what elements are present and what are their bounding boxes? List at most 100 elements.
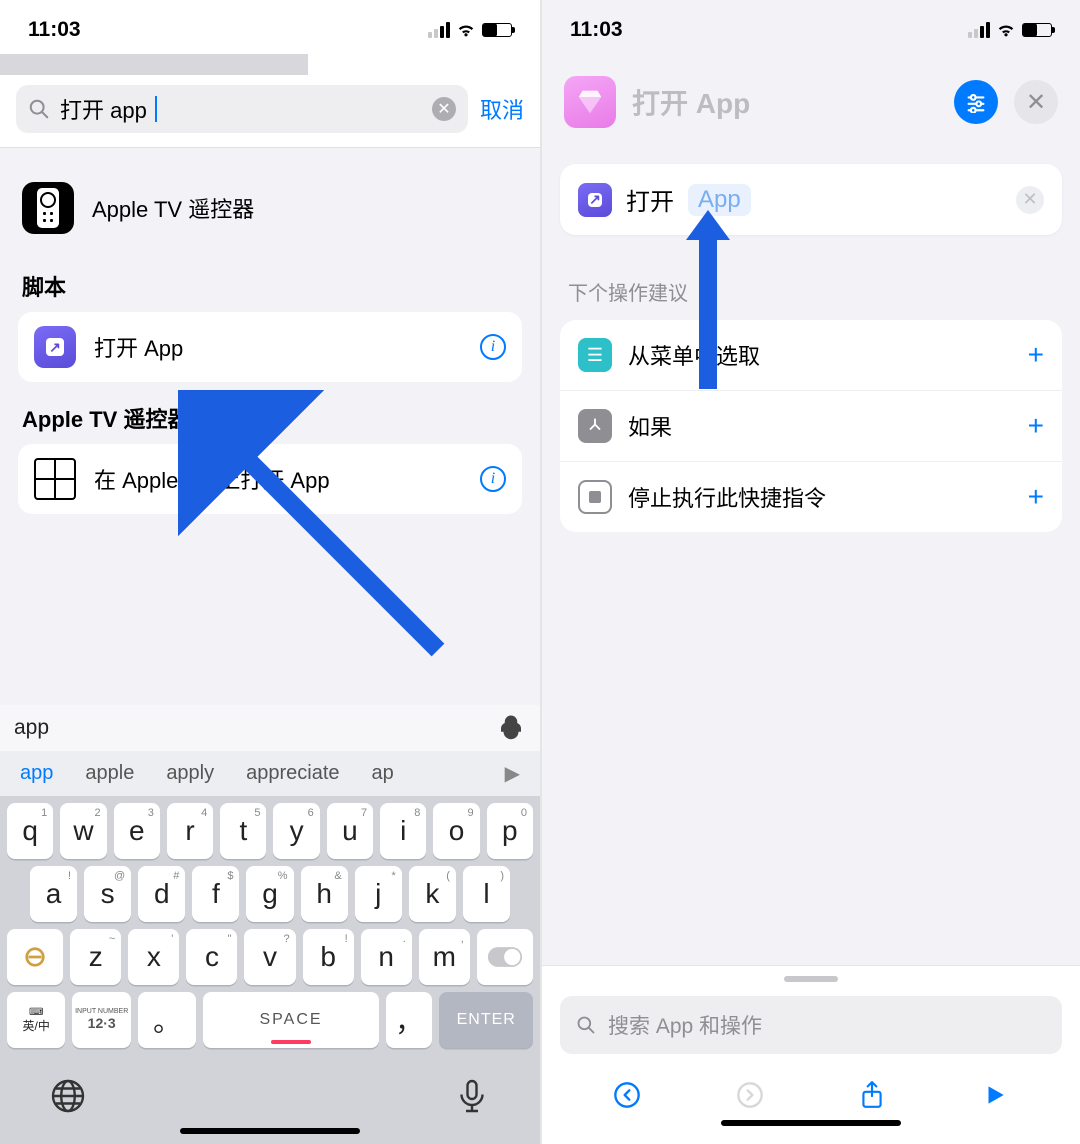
globe-icon[interactable] — [50, 1078, 86, 1114]
key-b[interactable]: b! — [303, 929, 354, 985]
kb-row-3: z~x'c"v?b!n.m, — [0, 922, 540, 985]
prediction[interactable]: apple — [69, 762, 150, 785]
info-icon[interactable]: i — [480, 466, 506, 492]
status-time: 11:03 — [28, 18, 81, 42]
open-app-icon — [34, 326, 76, 368]
key-p[interactable]: p0 — [487, 803, 533, 859]
search-field[interactable]: 打开 app ✕ — [16, 85, 468, 133]
cancel-button[interactable]: 取消 — [480, 93, 524, 125]
result-open-on-tv[interactable]: 在 Apple TV 上打开 App i — [18, 444, 522, 514]
prediction[interactable]: ap — [356, 762, 410, 785]
bottom-panel: 搜索 App 和操作 — [542, 966, 1080, 1144]
settings-button[interactable] — [954, 80, 998, 124]
key-o[interactable]: o9 — [433, 803, 479, 859]
status-bar-left: 11:03 — [0, 0, 540, 54]
undo-button[interactable] — [610, 1078, 644, 1112]
key-q[interactable]: q1 — [7, 803, 53, 859]
action-verb: 打开 — [626, 182, 674, 217]
keyboard[interactable]: app app apple apply appreciate ap ▶ q1w2… — [0, 705, 540, 1144]
tv-grid-icon — [34, 458, 76, 500]
toggle-key[interactable] — [477, 929, 533, 985]
close-button[interactable]: ✕ — [1014, 80, 1058, 124]
search-results: Apple TV 遥控器 脚本 打开 App i Apple TV 遥控器 在 … — [0, 148, 540, 708]
result-label: 打开 App — [94, 331, 462, 363]
battery-icon — [482, 23, 512, 37]
kb-row-2: a!s@d#f$g%h&j*k(l) — [0, 859, 540, 922]
suggestion-if[interactable]: 如果 + — [560, 391, 1062, 462]
result-open-app[interactable]: 打开 App i — [18, 312, 522, 382]
status-icons — [428, 22, 512, 38]
comma-key[interactable]: ， — [386, 992, 433, 1048]
section-scripts: 脚本 — [0, 250, 540, 312]
key-d[interactable]: d# — [138, 866, 185, 922]
right-pane: 11:03 打开 App ✕ 打开 App ✕ — [540, 0, 1080, 1144]
key-w[interactable]: w2 — [60, 803, 106, 859]
search-input-text[interactable]: 打开 app — [60, 93, 147, 125]
suggestion-label: 停止执行此快捷指令 — [628, 481, 1012, 513]
key-l[interactable]: l) — [463, 866, 510, 922]
key-h[interactable]: h& — [301, 866, 348, 922]
key-y[interactable]: y6 — [273, 803, 319, 859]
key-k[interactable]: k( — [409, 866, 456, 922]
result-label: Apple TV 遥控器 — [92, 192, 254, 224]
add-icon[interactable]: + — [1028, 410, 1044, 442]
suggestion-label: 如果 — [628, 410, 1012, 442]
toolbar — [542, 1068, 1080, 1116]
suggestion-label: 从菜单中选取 — [628, 339, 1012, 371]
key-n[interactable]: n. — [361, 929, 412, 985]
run-button[interactable] — [978, 1078, 1012, 1112]
number-key[interactable]: INPUT NUMBER 12·3 — [72, 992, 130, 1048]
suggestion-choose-from-menu[interactable]: ☰ 从菜单中选取 + — [560, 320, 1062, 391]
clear-action-button[interactable]: ✕ — [1016, 186, 1044, 214]
search-header: 打开 app ✕ 取消 — [0, 75, 540, 148]
key-t[interactable]: t5 — [220, 803, 266, 859]
key-a[interactable]: a! — [30, 866, 77, 922]
share-button[interactable] — [855, 1078, 889, 1112]
key-c[interactable]: c" — [186, 929, 237, 985]
action-param[interactable]: App — [688, 184, 751, 216]
keyboard-word-row: app — [0, 705, 540, 751]
clear-search-button[interactable]: ✕ — [432, 97, 456, 121]
key-r[interactable]: r4 — [167, 803, 213, 859]
key-j[interactable]: j* — [355, 866, 402, 922]
action-open-app[interactable]: 打开 App ✕ — [560, 164, 1062, 235]
key-m[interactable]: m, — [419, 929, 470, 985]
key-z[interactable]: z~ — [70, 929, 121, 985]
signal-icon — [428, 22, 450, 38]
add-icon[interactable]: + — [1028, 339, 1044, 371]
key-e[interactable]: e3 — [114, 803, 160, 859]
wifi-icon — [456, 22, 476, 38]
search-placeholder: 搜索 App 和操作 — [608, 1010, 762, 1040]
space-key[interactable]: SPACE — [203, 992, 378, 1048]
prediction[interactable]: app — [4, 762, 69, 785]
key-f[interactable]: f$ — [192, 866, 239, 922]
key-g[interactable]: g% — [246, 866, 293, 922]
home-indicator[interactable] — [180, 1128, 360, 1134]
result-apple-tv-remote[interactable]: Apple TV 遥控器 — [0, 166, 540, 250]
prediction[interactable]: appreciate — [230, 762, 355, 785]
search-actions-field[interactable]: 搜索 App 和操作 — [560, 996, 1062, 1054]
key-x[interactable]: x' — [128, 929, 179, 985]
shortcut-title[interactable]: 打开 App — [632, 82, 938, 122]
status-icons — [968, 22, 1052, 38]
home-indicator[interactable] — [721, 1120, 901, 1126]
branch-icon — [578, 409, 612, 443]
lang-key[interactable]: ⌨ 英/中 — [7, 992, 65, 1048]
key-v[interactable]: v? — [244, 929, 295, 985]
dot-key[interactable]: 。 — [138, 992, 196, 1048]
info-icon[interactable]: i — [480, 334, 506, 360]
expand-icon[interactable]: ▶ — [489, 761, 536, 786]
key-i[interactable]: i8 — [380, 803, 426, 859]
suggestion-stop[interactable]: 停止执行此快捷指令 + — [560, 462, 1062, 532]
prediction[interactable]: apply — [150, 762, 230, 785]
key-s[interactable]: s@ — [84, 866, 131, 922]
mic-icon[interactable] — [454, 1078, 490, 1114]
add-icon[interactable]: + — [1028, 481, 1044, 513]
ai-icon[interactable] — [496, 713, 526, 743]
status-bar-right: 11:03 — [542, 0, 1080, 54]
shift-key[interactable] — [7, 929, 63, 985]
key-u[interactable]: u7 — [327, 803, 373, 859]
grabber-handle[interactable] — [784, 976, 838, 982]
redo-button[interactable] — [733, 1078, 767, 1112]
enter-key[interactable]: ENTER — [439, 992, 533, 1048]
